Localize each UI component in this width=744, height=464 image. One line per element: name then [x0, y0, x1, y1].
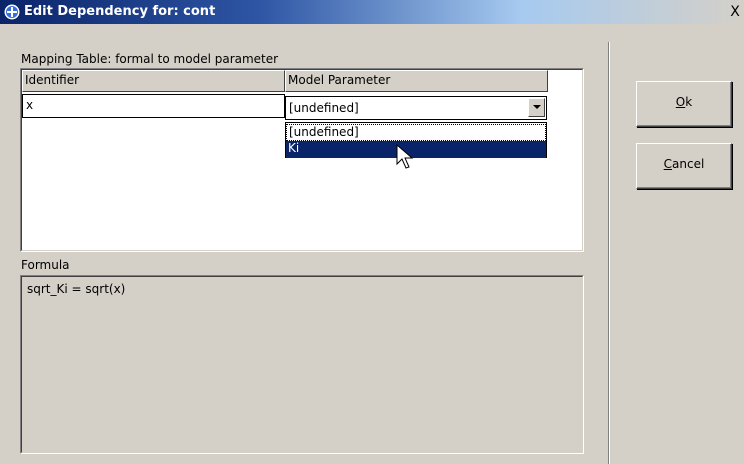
- cancel-button[interactable]: Cancel: [636, 143, 732, 189]
- formula-label: Formula: [21, 258, 70, 272]
- column-header-model-parameter[interactable]: Model Parameter: [285, 70, 548, 92]
- cancel-mnemonic: C: [663, 157, 673, 171]
- dialog-window: Edit Dependency for: cont X Mapping Tabl…: [0, 0, 744, 464]
- mouse-pointer-icon: [396, 144, 414, 169]
- window-title: Edit Dependency for: cont: [24, 4, 216, 19]
- mapping-table-label: Mapping Table: formal to model parameter: [21, 52, 279, 66]
- plus-circle-icon: [3, 3, 21, 21]
- model-parameter-dropdown: [undefined] Ki: [285, 122, 547, 158]
- ok-mnemonic: O: [675, 95, 686, 109]
- ok-button-label: Ok: [675, 95, 693, 109]
- dropdown-option-ki[interactable]: Ki: [286, 141, 546, 158]
- cancel-button-label: Cancel: [663, 157, 705, 171]
- formula-box[interactable]: sqrt_Ki = sqrt(x): [20, 275, 584, 454]
- formula-box-frame: [21, 276, 583, 453]
- ok-button[interactable]: Ok: [636, 81, 732, 127]
- model-parameter-value: [undefined]: [289, 101, 359, 115]
- identifier-cell[interactable]: x: [22, 94, 285, 118]
- vertical-divider: [608, 42, 610, 464]
- dropdown-option-undefined[interactable]: [undefined]: [286, 124, 546, 141]
- title-bar[interactable]: Edit Dependency for: cont X: [0, 0, 744, 24]
- close-icon[interactable]: X: [727, 5, 743, 20]
- column-header-identifier[interactable]: Identifier: [22, 70, 285, 92]
- model-parameter-select[interactable]: [undefined]: [285, 96, 547, 120]
- formula-text: sqrt_Ki = sqrt(x): [27, 282, 126, 296]
- chevron-down-icon[interactable]: [528, 98, 545, 117]
